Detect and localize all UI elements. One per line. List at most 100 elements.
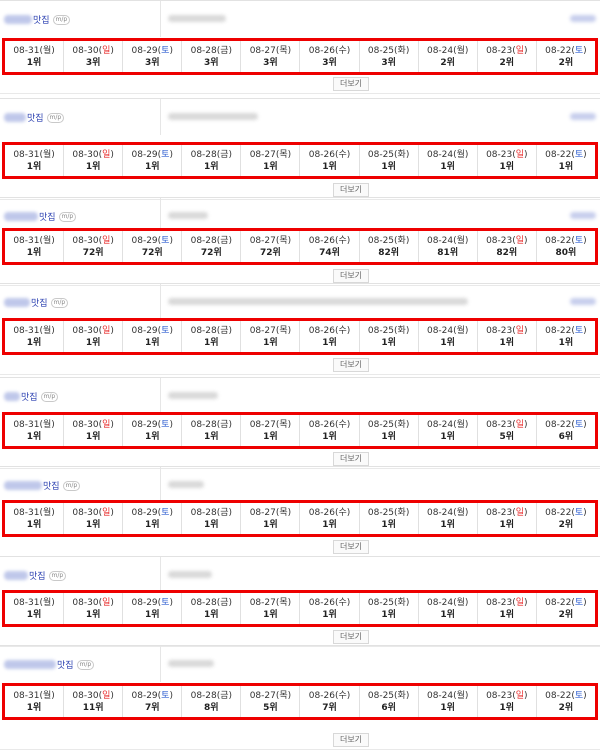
rank-date: 08-24(월): [426, 507, 469, 518]
rank-date: 08-30(일): [72, 325, 114, 336]
rank-value: 1위: [440, 519, 455, 530]
keyword-header: 맛집 m/p: [0, 283, 600, 320]
rank-value: 7위: [322, 702, 337, 713]
date-month-day: 08-31: [13, 325, 40, 336]
rank-date: 08-29(토): [131, 597, 173, 608]
section-divider: [0, 93, 600, 94]
rank-value: 5위: [499, 431, 515, 442]
date-weekday: 화: [397, 149, 406, 160]
date-weekday: 수: [338, 235, 347, 246]
more-button[interactable]: 더보기: [333, 540, 369, 554]
date-weekday: 토: [574, 419, 584, 430]
keyword-link[interactable]: 맛집 m/p: [4, 569, 67, 582]
rank-date: 08-31(월): [13, 597, 55, 608]
rank-value: 1위: [26, 609, 42, 620]
date-weekday: 월: [42, 149, 52, 160]
date-month-day: 08-30: [72, 507, 99, 518]
rank-cell: 08-30(일) 3위: [64, 41, 124, 72]
more-button[interactable]: 더보기: [333, 733, 369, 747]
rank-cell: 08-30(일) 1위: [64, 593, 124, 624]
keyword-link[interactable]: 맛집 m/p: [4, 13, 71, 26]
rank-value: 1위: [499, 519, 515, 530]
date-weekday: 토: [161, 149, 170, 160]
more-button[interactable]: 더보기: [333, 77, 369, 91]
date-weekday: 월: [456, 235, 465, 246]
device-badge: m/p: [48, 570, 67, 581]
redacted-url: [168, 113, 258, 120]
date-weekday: 화: [397, 45, 406, 56]
rank-date: 08-23(일): [486, 419, 528, 430]
date-month-day: 08-27: [249, 149, 276, 160]
date-month-day: 08-31: [13, 597, 40, 608]
rank-cell: 08-22(토) 2위: [537, 41, 595, 72]
rank-value: 1위: [322, 161, 337, 172]
date-month-day: 08-24: [426, 45, 454, 56]
date-month-day: 08-31: [13, 149, 40, 160]
date-month-day: 08-27: [249, 419, 276, 430]
more-button[interactable]: 더보기: [333, 358, 369, 372]
date-month-day: 08-23: [486, 149, 513, 160]
keyword-link[interactable]: 맛집 m/p: [4, 296, 69, 309]
keyword-link[interactable]: 맛집 m/p: [4, 111, 65, 124]
rank-cell: 08-23(일) 1위: [478, 686, 537, 717]
rank-value: 1위: [499, 609, 515, 620]
rank-value: 2위: [558, 702, 574, 713]
rank-value: 82위: [496, 247, 518, 258]
rank-cell: 08-23(일) 2위: [478, 41, 537, 72]
date-weekday: 일: [102, 235, 111, 246]
date-weekday: 일: [515, 419, 525, 430]
date-weekday: 금: [220, 507, 229, 518]
date-month-day: 08-29: [131, 149, 158, 160]
keyword-link[interactable]: 맛집 m/p: [4, 210, 77, 223]
date-weekday: 일: [515, 325, 525, 336]
date-weekday: 일: [102, 690, 111, 701]
rank-value: 1위: [322, 519, 337, 530]
rank-value: 6위: [558, 431, 574, 442]
rank-value: 1위: [144, 337, 160, 348]
rank-cell: 08-25(화) 1위: [360, 415, 419, 446]
rank-date: 08-23(일): [486, 690, 528, 701]
date-month-day: 08-25: [367, 45, 395, 56]
rank-cell: 08-28(금) 8위: [182, 686, 242, 717]
rank-cell: 08-29(토) 1위: [123, 321, 183, 352]
date-weekday: 일: [515, 235, 525, 246]
rank-cell: 08-29(토) 1위: [123, 415, 183, 446]
more-button[interactable]: 더보기: [333, 452, 369, 466]
redacted-url: [168, 392, 218, 399]
rank-cell: 08-29(토) 72위: [123, 231, 183, 262]
more-button[interactable]: 더보기: [333, 630, 369, 644]
rank-date: 08-27(목): [249, 235, 292, 246]
rank-value: 1위: [85, 431, 101, 442]
rank-date: 08-27(목): [249, 149, 292, 160]
rank-date: 08-31(월): [13, 45, 55, 56]
rank-cell: 08-23(일) 5위: [478, 415, 537, 446]
rank-date: 08-26(수): [308, 597, 351, 608]
rank-cell: 08-23(일) 1위: [478, 145, 537, 176]
rank-date: 08-28(금): [190, 597, 233, 608]
keyword-header: 맛집 m/p: [0, 0, 600, 37]
rank-value: 3위: [144, 57, 160, 68]
keyword-suffix: 맛집: [33, 16, 50, 26]
date-month-day: 08-23: [486, 235, 513, 246]
keyword-link[interactable]: 맛집 m/p: [4, 479, 81, 492]
rank-value: 1위: [263, 431, 278, 442]
more-button[interactable]: 더보기: [333, 183, 369, 197]
date-weekday: 월: [42, 325, 52, 336]
keyword-link[interactable]: 맛집 m/p: [4, 390, 59, 403]
more-button[interactable]: 더보기: [333, 269, 369, 283]
redacted-keyword: [4, 481, 42, 490]
rank-cell: 08-29(토) 7위: [123, 686, 183, 717]
keyword-link[interactable]: 맛집 m/p: [4, 658, 95, 671]
date-month-day: 08-30: [72, 325, 99, 336]
rank-date: 08-29(토): [131, 149, 173, 160]
rank-date: 08-22(토): [545, 507, 587, 518]
date-weekday: 토: [574, 690, 584, 701]
rank-cell: 08-29(토) 3위: [123, 41, 183, 72]
column-divider: [160, 99, 161, 135]
rank-cell: 08-22(토) 2위: [537, 503, 595, 534]
date-weekday: 일: [102, 325, 111, 336]
rank-date: 08-27(목): [249, 419, 292, 430]
date-weekday: 토: [574, 235, 584, 246]
date-weekday: 토: [161, 507, 170, 518]
date-weekday: 월: [456, 419, 465, 430]
